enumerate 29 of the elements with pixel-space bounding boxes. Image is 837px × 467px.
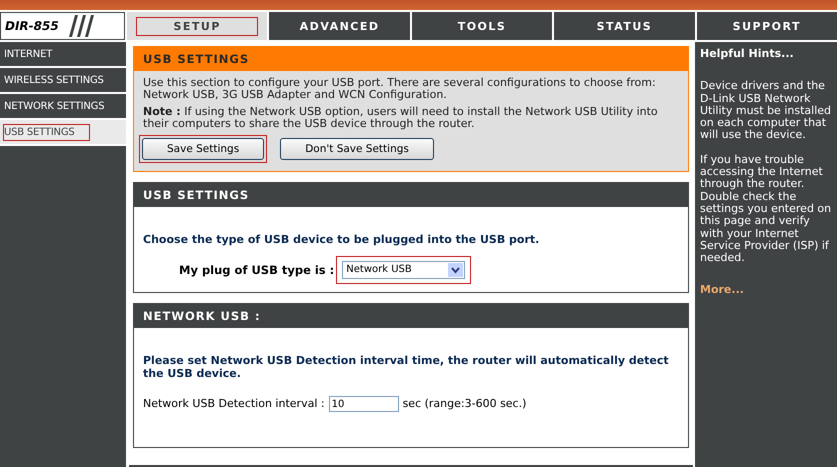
instruction-text: Choose the type of USB device to be plugged into the USB port. — [143, 233, 540, 246]
field-label: My plug of USB type is : — [179, 264, 334, 276]
section-title: USB SETTINGS — [134, 183, 688, 207]
range-hint: sec (range:3-600 sec.) — [402, 398, 526, 410]
usb-type-dropdown[interactable]: Network USB — [342, 261, 466, 279]
hint-text: If you have trouble accessing the Internet through the router. Double check the settings you entered on this page and verify with your Internet Service Provider (ISP) if needed. — [700, 154, 832, 264]
sidebar-item[interactable]: USB SETTINGS — [0, 120, 126, 146]
save-button[interactable]: Save Settings — [142, 138, 264, 160]
interval-input[interactable]: 10 — [328, 396, 399, 412]
nav-tab[interactable]: STATUS — [554, 12, 695, 40]
description-text: Use this section to configure your USB port. There are several configurations to choose from: Network USB, 3G USB Adapter and WCN Configuration. — [143, 77, 657, 101]
nav-tab[interactable]: ADVANCED — [269, 12, 410, 40]
hint-text: Device drivers and the D-Link USB Network Utility must be installed on each computer that will use the device. — [700, 80, 832, 142]
section-title: USB SETTINGS — [134, 47, 688, 71]
nav-tab[interactable]: SUPPORT — [696, 12, 837, 40]
hints-title: Helpful Hints... — [700, 48, 795, 60]
nav-tab[interactable]: TOOLS — [412, 12, 552, 40]
model-name: DIR-855 — [5, 19, 59, 33]
cancel-button[interactable]: Don't Save Settings — [280, 138, 434, 160]
section-title: NETWORK USB : — [134, 304, 688, 328]
caret-icon — [448, 263, 464, 277]
more-link[interactable]: More... — [700, 284, 744, 297]
sidebar-item[interactable]: WIRELESS SETTINGS — [0, 68, 126, 94]
field-label: Network USB Detection interval : — [143, 398, 325, 410]
instruction-text: Please set Network USB Detection interval time, the router will automatically detect the USB device. — [143, 354, 670, 380]
nav-tab[interactable]: SETUP — [127, 12, 268, 40]
slashes-icon — [68, 15, 97, 37]
note-text: Note : If using the Network USB option, users will need to install the Network USB Utility into their computers to share the USB device through the router. — [143, 106, 659, 130]
sidebar-item[interactable]: INTERNET — [0, 42, 126, 68]
